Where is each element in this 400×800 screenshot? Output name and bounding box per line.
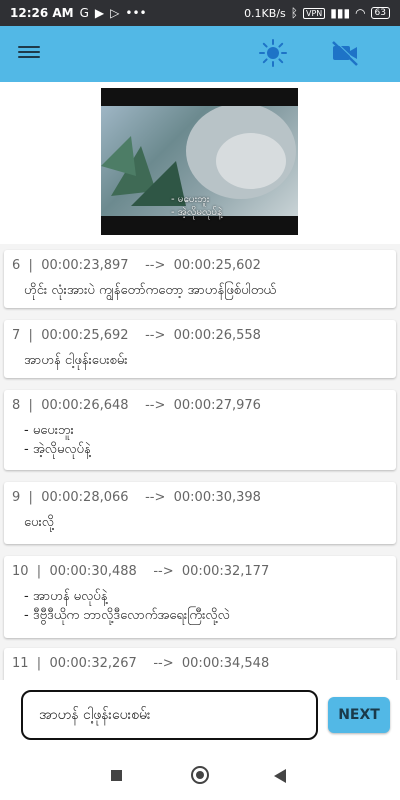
subtitle-meta: 11 | 00:00:32,267 --> 00:00:34,548	[12, 656, 270, 671]
subtitle-text: ပေးလို့	[24, 515, 54, 530]
subtitle-meta: 9 | 00:00:28,066 --> 00:00:30,398	[12, 490, 261, 505]
wifi-icon: ◠	[355, 6, 366, 20]
playstore-icon: ▷	[110, 6, 120, 20]
recents-icon[interactable]	[111, 770, 122, 781]
back-icon[interactable]	[274, 769, 286, 783]
next-button[interactable]: NEXT	[328, 697, 390, 733]
subtitle-text: ဟိုင်း လုံးအားပဲ ကျွန်တော်ကတော့ အာဟန်ဖြစ…	[24, 283, 277, 298]
more-icon: •••	[125, 6, 147, 20]
subtitle-text: - ဒီဗွီဒီယိုက ဘာလို့ဒီလောက်အရေးကြီးလို့လ…	[24, 608, 230, 623]
sun-icon[interactable]	[258, 38, 288, 68]
video-off-icon[interactable]	[330, 38, 360, 68]
subtitle-edit-input[interactable]	[21, 690, 318, 740]
subtitle-card[interactable]: 11 | 00:00:32,267 --> 00:00:34,548	[4, 648, 396, 680]
editor-bar: NEXT	[0, 680, 400, 750]
video-player[interactable]: - မပေးဘူး - အဲ့လိုမလုပ်နဲ့	[101, 88, 298, 235]
bluetooth-icon: ᛒ	[290, 6, 298, 20]
app-bar	[0, 26, 400, 82]
subtitle-card[interactable]: 7 | 00:00:25,692 --> 00:00:26,558 အာဟန် …	[4, 320, 396, 378]
subtitle-card[interactable]: 6 | 00:00:23,897 --> 00:00:25,602 ဟိုင်း…	[4, 250, 396, 308]
home-icon[interactable]	[191, 766, 209, 784]
video-subtitle-line: - မပေးဘူး	[171, 194, 210, 205]
subtitle-text: - အာဟန် မလုပ်နဲ့	[24, 589, 108, 604]
menu-icon[interactable]	[18, 43, 40, 63]
subtitle-text: - မပေးဘူး	[24, 423, 74, 438]
video-subtitle: - မပေးဘူး - အဲ့လိုမလုပ်နဲ့	[171, 193, 222, 219]
signal-icon: ▮▮▮	[330, 6, 351, 20]
subtitle-card[interactable]: 8 | 00:00:26,648 --> 00:00:27,976 - မပေး…	[4, 390, 396, 470]
play-icon: ▶	[94, 6, 105, 20]
subtitle-text: - အဲ့လိုမလုပ်နဲ့	[24, 442, 91, 457]
network-speed: 0.1KB/s	[244, 6, 286, 20]
navigation-bar	[0, 750, 400, 800]
subtitle-list[interactable]: 6 | 00:00:23,897 --> 00:00:25,602 ဟိုင်း…	[0, 244, 400, 680]
video-subtitle-line: - အဲ့လိုမလုပ်နဲ့	[171, 207, 223, 218]
status-bar: 12:26 AM G ▶ ▷ ••• 0.1KB/s ᛒ VPN ▮▮▮ ◠ 6…	[0, 0, 400, 26]
subtitle-meta: 10 | 00:00:30,488 --> 00:00:32,177	[12, 564, 270, 579]
subtitle-card[interactable]: 10 | 00:00:30,488 --> 00:00:32,177 - အာဟ…	[4, 556, 396, 638]
subtitle-meta: 7 | 00:00:25,692 --> 00:00:26,558	[12, 328, 261, 343]
status-time: 12:26 AM	[10, 6, 74, 20]
battery-indicator: 63	[370, 7, 390, 19]
subtitle-meta: 6 | 00:00:23,897 --> 00:00:25,602	[12, 258, 261, 273]
google-icon: G	[79, 6, 89, 20]
vpn-badge: VPN	[302, 7, 326, 19]
subtitle-text: အာဟန် ငါ့ဖုန်းပေးစမ်း	[24, 353, 128, 368]
subtitle-card[interactable]: 9 | 00:00:28,066 --> 00:00:30,398 ပေးလို…	[4, 482, 396, 544]
subtitle-meta: 8 | 00:00:26,648 --> 00:00:27,976	[12, 398, 261, 413]
